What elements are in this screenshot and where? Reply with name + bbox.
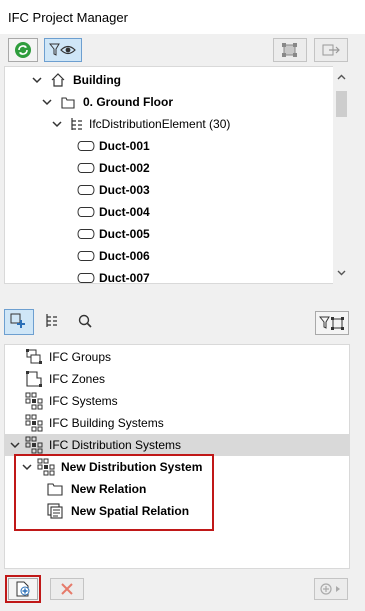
systems-icon [25, 414, 43, 432]
add-to-icon [319, 582, 343, 596]
tree-item-label: Duct-001 [99, 139, 150, 153]
tree-item-label: Building [73, 73, 121, 87]
folder-icon [61, 96, 75, 109]
filter-eye-icon [49, 42, 77, 58]
tree-item-building[interactable]: Building [31, 69, 121, 91]
move-to-icon [320, 41, 342, 59]
tab-type-tree[interactable] [44, 313, 62, 331]
systems-icon [25, 436, 43, 454]
tree-item-label: IFC Zones [49, 372, 106, 386]
highlight-new-button [5, 575, 41, 603]
tree-item-duct[interactable]: Duct-002 [77, 157, 150, 179]
tree-item-duct[interactable]: Duct-004 [77, 201, 150, 223]
tree-item-label: IFC Distribution Systems [49, 438, 182, 452]
window-title: IFC Project Manager [8, 10, 128, 25]
tree-item-label: Duct-005 [99, 227, 150, 241]
tree-item-duct[interactable]: Duct-003 [77, 179, 150, 201]
tree-item-label: Duct-002 [99, 161, 150, 175]
zones-icon [25, 370, 43, 388]
element-select-icon [279, 41, 301, 59]
tree-item-ifc-groups[interactable]: IFC Groups [25, 346, 111, 368]
tree-item-ifc-distribution-systems[interactable]: IFC Distribution Systems [5, 434, 349, 456]
delete-button[interactable] [50, 578, 84, 600]
tab-search[interactable] [77, 313, 95, 331]
tree-item-label: Duct-006 [99, 249, 150, 263]
add-to-button[interactable] [314, 578, 348, 600]
tree-item-ground-floor[interactable]: 0. Ground Floor [41, 91, 173, 113]
duct-icon [77, 140, 95, 152]
tree-item-label: Duct-007 [99, 271, 150, 284]
tree-item-label: IFC Groups [49, 350, 112, 364]
filter-element-button[interactable] [315, 311, 349, 335]
filter-element-icon [319, 315, 345, 331]
groups-icon [25, 348, 43, 366]
duct-icon [77, 206, 95, 218]
tree-item-label: IfcDistributionElement (30) [89, 117, 231, 131]
delete-icon [60, 582, 74, 596]
filter-view-button[interactable] [44, 38, 82, 62]
tab-assignments[interactable] [4, 309, 34, 335]
systems-icon [25, 392, 43, 410]
chevron-down-icon[interactable] [9, 439, 21, 451]
chevron-down-icon[interactable] [41, 96, 53, 108]
tree-item-label: Duct-004 [99, 205, 150, 219]
building-icon [51, 73, 65, 87]
chevron-down-icon[interactable] [333, 264, 350, 281]
assignments-icon [10, 313, 28, 331]
duct-icon [77, 250, 95, 262]
tree-item-duct[interactable]: Duct-007 [77, 267, 150, 284]
duct-icon [77, 162, 95, 174]
element-select-button[interactable] [273, 38, 307, 62]
chevron-down-icon[interactable] [51, 118, 63, 130]
highlight-new-items [14, 454, 214, 531]
tree-item-ifc-building-systems[interactable]: IFC Building Systems [25, 412, 164, 434]
duct-icon [77, 184, 95, 196]
tree-item-ifc-zones[interactable]: IFC Zones [25, 368, 105, 390]
tree-item-duct[interactable]: Duct-005 [77, 223, 150, 245]
scrollbar-thumb[interactable] [336, 91, 347, 117]
tree-item-duct[interactable]: Duct-006 [77, 245, 150, 267]
tree-item-label: 0. Ground Floor [83, 95, 173, 109]
tree-item-duct[interactable]: Duct-001 [77, 135, 150, 157]
type-tree-icon [69, 117, 83, 131]
tree-item-ifc-systems[interactable]: IFC Systems [25, 390, 118, 412]
refresh-icon [14, 41, 32, 59]
model-tree-scrollbar[interactable] [333, 66, 350, 284]
model-tree: Building 0. Ground Floor IfcDistribution… [4, 66, 350, 284]
duct-icon [77, 272, 95, 283]
chevron-down-icon[interactable] [31, 74, 43, 86]
tree-item-ifc-distribution-element[interactable]: IfcDistributionElement (30) [51, 113, 230, 135]
move-to-button[interactable] [314, 38, 348, 62]
search-icon [77, 314, 93, 332]
title-bar: IFC Project Manager [0, 0, 365, 34]
tree-item-label: Duct-003 [99, 183, 150, 197]
duct-icon [77, 228, 95, 240]
tree-item-label: IFC Building Systems [49, 416, 164, 430]
tree-item-label: IFC Systems [49, 394, 118, 408]
type-tree-icon [44, 314, 60, 332]
chevron-up-icon[interactable] [333, 68, 350, 85]
refresh-button[interactable] [8, 38, 38, 62]
